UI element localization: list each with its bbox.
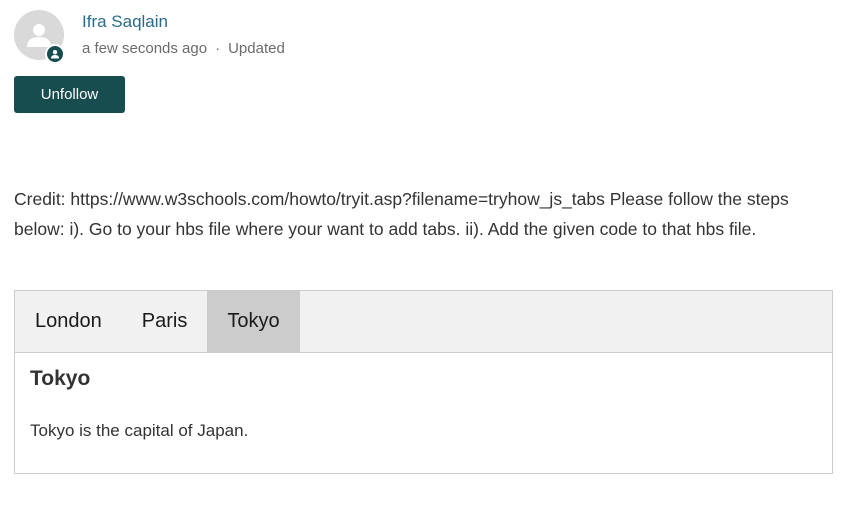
author-meta: Ifra Saqlain a few seconds ago · Updated xyxy=(82,10,285,57)
tab-content-text: Tokyo is the capital of Japan. xyxy=(30,421,249,440)
tab-paris[interactable]: Paris xyxy=(122,291,208,352)
meta-separator: · xyxy=(215,40,221,57)
post-author: Ifra Saqlain a few seconds ago · Updated xyxy=(14,10,285,64)
author-name-link[interactable]: Ifra Saqlain xyxy=(82,11,285,33)
tab-tokyo[interactable]: Tokyo xyxy=(207,291,300,352)
tab-content: Tokyo Tokyo is the capital of Japan. xyxy=(15,353,832,455)
updated-label: Updated xyxy=(228,40,285,57)
tab-london[interactable]: London xyxy=(15,291,122,352)
post-body: Credit: https://www.w3schools.com/howto/… xyxy=(14,189,789,239)
unfollow-button[interactable]: Unfollow xyxy=(14,76,125,113)
post-timestamp[interactable]: a few seconds ago xyxy=(82,40,207,57)
tab-content-heading: Tokyo xyxy=(30,367,91,390)
avatar[interactable] xyxy=(14,10,65,64)
post-meta: a few seconds ago · Updated xyxy=(82,40,285,57)
user-badge-icon xyxy=(45,44,65,64)
tabs-widget: London Paris Tokyo Tokyo Tokyo is the ca… xyxy=(14,290,833,474)
page: Ifra Saqlain a few seconds ago · Updated… xyxy=(0,0,857,508)
tab-bar: London Paris Tokyo xyxy=(15,291,832,353)
